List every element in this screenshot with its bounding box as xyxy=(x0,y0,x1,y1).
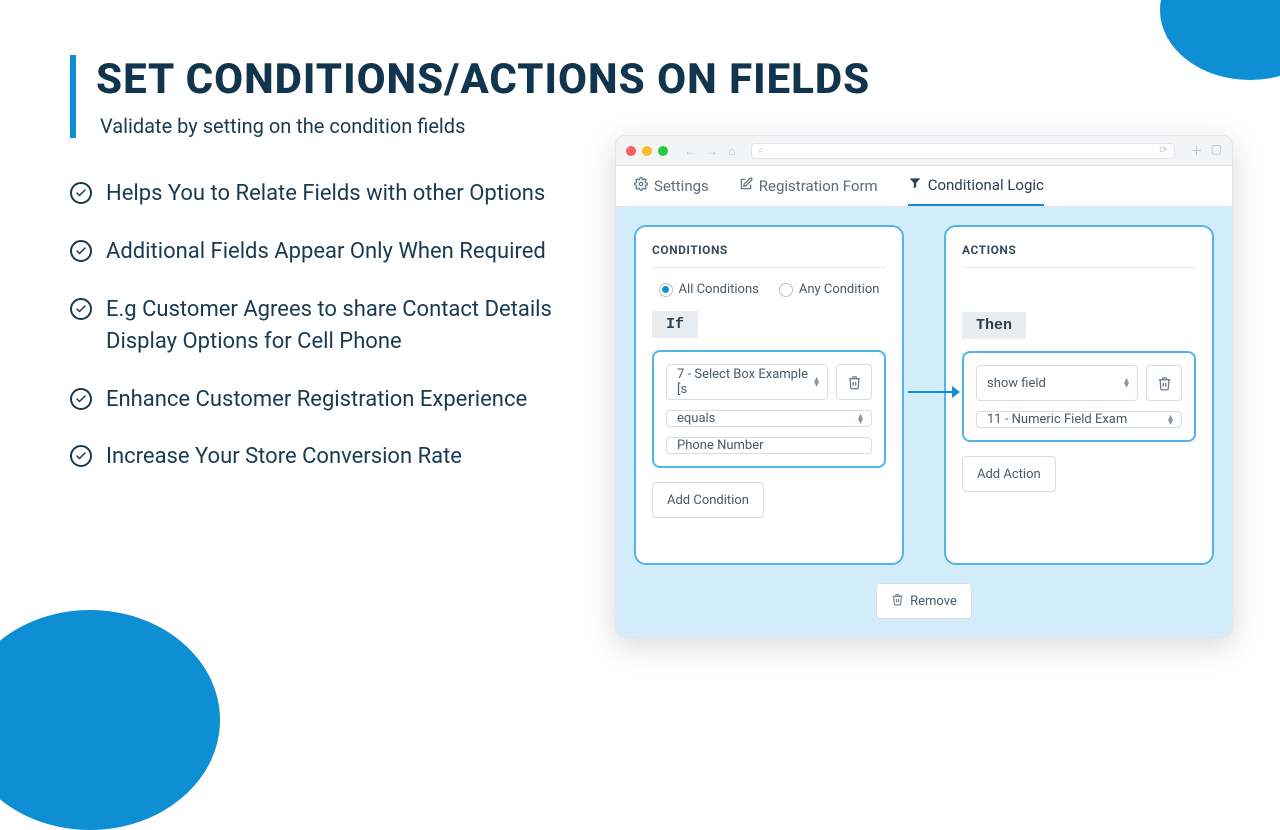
remove-rule-button[interactable]: Remove xyxy=(876,583,972,619)
add-condition-button[interactable]: Add Condition xyxy=(652,482,764,518)
condition-card: 7 - Select Box Example [s ▴▾ equals ▴▾ P… xyxy=(652,350,886,468)
select-value: 7 - Select Box Example [s xyxy=(677,367,814,397)
add-action-button[interactable]: Add Action xyxy=(962,456,1056,492)
list-item-text: Enhance Customer Registration Experience xyxy=(106,384,527,416)
filter-icon xyxy=(908,176,922,194)
decorative-blob xyxy=(0,610,220,830)
radio-icon xyxy=(659,283,673,297)
chevron-updown-icon: ▴▾ xyxy=(1168,415,1171,425)
tab-label: Registration Form xyxy=(759,177,878,195)
radio-label: All Conditions xyxy=(679,282,759,297)
action-card: show field ▴▾ 11 - Numeric Field Exam ▴▾ xyxy=(962,351,1196,442)
list-item-text: Additional Fields Appear Only When Requi… xyxy=(106,236,546,268)
condition-operator-select[interactable]: equals ▴▾ xyxy=(666,410,872,427)
window-max-icon[interactable] xyxy=(658,146,668,156)
button-label: Add Condition xyxy=(667,493,749,508)
button-label: Add Action xyxy=(977,467,1041,482)
conditions-heading: CONDITIONS xyxy=(652,243,886,268)
button-label: Remove xyxy=(910,594,957,609)
list-item: Enhance Customer Registration Experience xyxy=(70,384,600,416)
search-icon: ⌕ xyxy=(758,145,764,156)
edit-icon xyxy=(739,177,753,195)
list-item: Increase Your Store Conversion Rate xyxy=(70,441,600,473)
forward-icon[interactable]: → xyxy=(706,144,718,158)
window-min-icon[interactable] xyxy=(642,146,652,156)
list-item: Additional Fields Appear Only When Requi… xyxy=(70,236,600,268)
then-badge: Then xyxy=(962,312,1026,339)
list-item-text: Helps You to Relate Fields with other Op… xyxy=(106,178,545,210)
list-item-text: E.g Customer Agrees to share Contact Det… xyxy=(106,294,600,358)
action-target-select[interactable]: 11 - Numeric Field Exam ▴▾ xyxy=(976,411,1182,428)
tab-conditional-logic[interactable]: Conditional Logic xyxy=(908,176,1044,206)
tab-label: Settings xyxy=(654,177,709,195)
gear-icon xyxy=(634,177,648,195)
check-icon xyxy=(70,445,92,467)
check-icon xyxy=(70,240,92,262)
select-value: 11 - Numeric Field Exam xyxy=(987,412,1127,427)
browser-chrome: ← → ⌂ ⌕ ⟳ ＋ ▢ xyxy=(616,136,1232,166)
radio-icon xyxy=(779,283,793,297)
input-value: Phone Number xyxy=(677,438,764,453)
select-value: equals xyxy=(677,411,715,426)
delete-action-button[interactable] xyxy=(1146,365,1182,401)
condition-field-select[interactable]: 7 - Select Box Example [s ▴▾ xyxy=(666,364,828,400)
check-icon xyxy=(70,182,92,204)
list-item: Helps You to Relate Fields with other Op… xyxy=(70,178,600,210)
check-icon xyxy=(70,298,92,320)
url-bar[interactable]: ⌕ ⟳ xyxy=(751,143,1174,159)
list-item-text: Increase Your Store Conversion Rate xyxy=(106,441,462,473)
list-item: E.g Customer Agrees to share Contact Det… xyxy=(70,294,600,358)
actions-heading: ACTIONS xyxy=(962,243,1196,268)
tab-label: Conditional Logic xyxy=(928,176,1044,194)
refresh-icon[interactable]: ⟳ xyxy=(1159,145,1167,156)
actions-panel: ACTIONS Then show field ▴▾ 11 - Nu xyxy=(944,225,1214,565)
tab-bar: Settings Registration Form Conditional L… xyxy=(616,166,1232,207)
back-icon[interactable]: ← xyxy=(684,144,696,158)
radio-label: Any Condition xyxy=(799,282,880,297)
check-icon xyxy=(70,388,92,410)
conditions-panel: CONDITIONS All Conditions Any Condition … xyxy=(634,225,904,565)
delete-condition-button[interactable] xyxy=(836,364,872,400)
window-close-icon[interactable] xyxy=(626,146,636,156)
chevron-updown-icon: ▴▾ xyxy=(1124,378,1127,388)
page-title: SET CONDITIONS/ACTIONS ON FIELDS xyxy=(96,55,1230,104)
trash-icon xyxy=(891,593,904,610)
tabs-icon[interactable]: ▢ xyxy=(1211,142,1222,159)
tab-registration-form[interactable]: Registration Form xyxy=(739,176,878,206)
select-value: show field xyxy=(987,376,1046,391)
if-badge: If xyxy=(652,311,698,338)
browser-window: ← → ⌂ ⌕ ⟳ ＋ ▢ Settings Registration Form xyxy=(615,135,1233,638)
flow-arrow xyxy=(908,382,960,384)
action-type-select[interactable]: show field ▴▾ xyxy=(976,365,1138,401)
chevron-updown-icon: ▴▾ xyxy=(814,377,817,387)
home-icon[interactable]: ⌂ xyxy=(728,144,735,158)
condition-value-input[interactable]: Phone Number xyxy=(666,437,872,454)
tab-settings[interactable]: Settings xyxy=(634,176,709,206)
radio-all-conditions[interactable]: All Conditions xyxy=(659,282,759,297)
new-tab-icon[interactable]: ＋ xyxy=(1191,142,1203,159)
chevron-updown-icon: ▴▾ xyxy=(858,414,861,424)
radio-any-condition[interactable]: Any Condition xyxy=(779,282,880,297)
